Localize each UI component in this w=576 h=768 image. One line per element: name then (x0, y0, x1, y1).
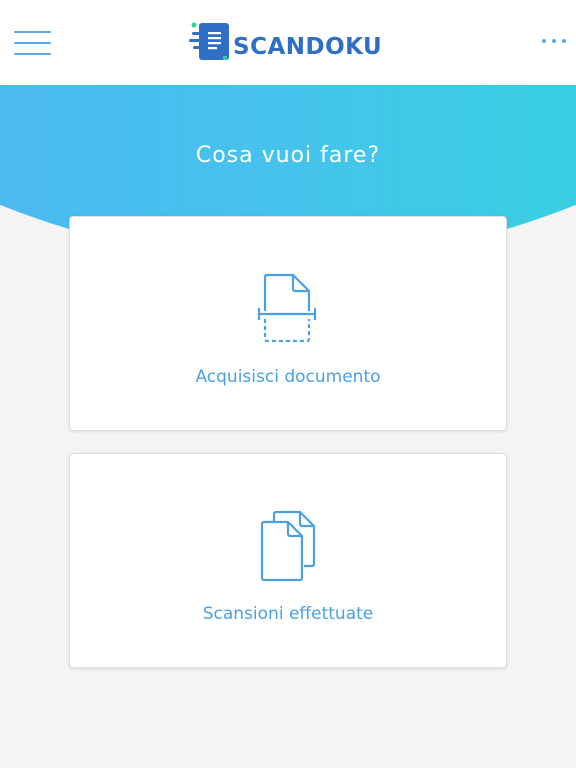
past-scans-card[interactable]: Scansioni effettuate (69, 453, 507, 668)
scan-document-label: Acquisisci documento (195, 367, 381, 387)
scan-document-icon (70, 273, 506, 345)
scandoku-logo-icon (189, 22, 229, 60)
hamburger-icon[interactable] (14, 29, 52, 57)
past-scans-label: Scansioni effettuate (202, 604, 374, 624)
hero-title: Cosa vuoi fare? (195, 143, 381, 168)
top-bar: SCANDOKU (0, 0, 576, 85)
documents-icon (70, 510, 506, 582)
ellipsis-icon[interactable] (542, 34, 566, 48)
app-logo: SCANDOKU (189, 20, 382, 64)
logo-text: SCANDOKU (233, 34, 383, 60)
scan-document-card[interactable]: Acquisisci documento (69, 216, 507, 431)
